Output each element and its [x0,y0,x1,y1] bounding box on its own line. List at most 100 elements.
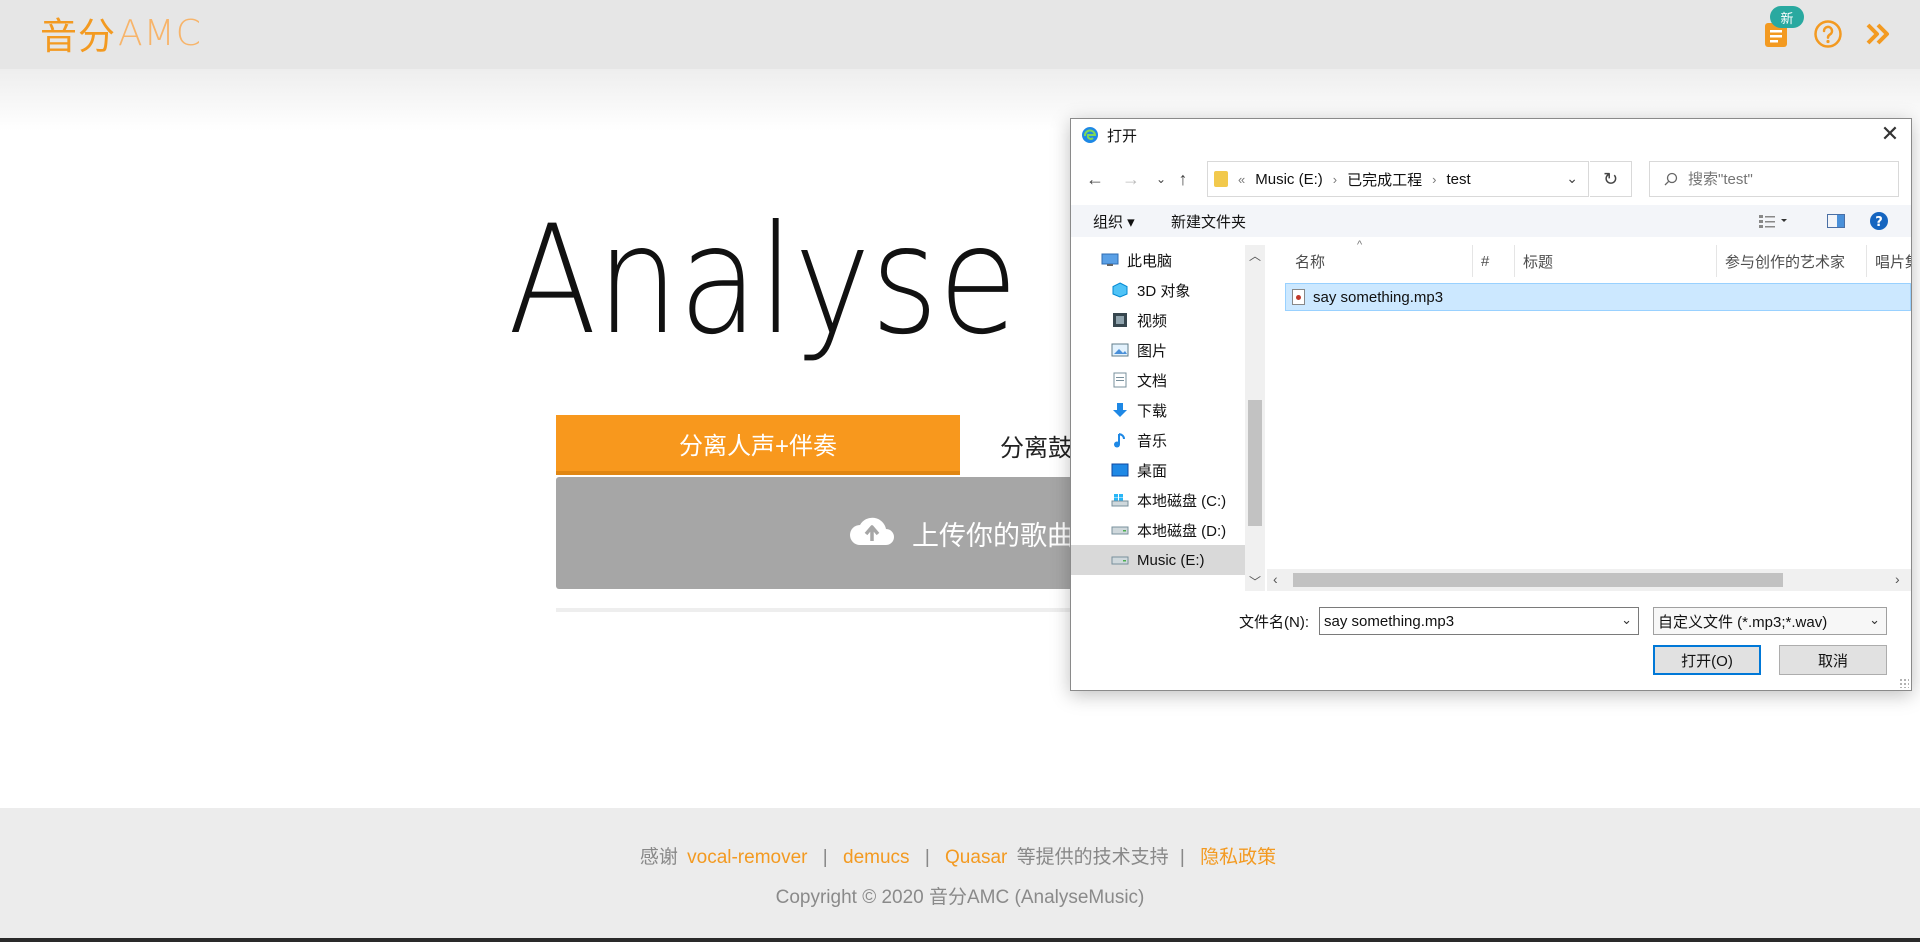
drive-icon [1111,552,1129,568]
filetype-value: 自定义文件 (*.mp3;*.wav) [1658,613,1828,631]
nav-item-label: 下载 [1137,402,1168,420]
nav-item-drive-e[interactable]: Music (E:) [1071,545,1245,575]
refresh-icon[interactable]: ↻ [1590,161,1632,197]
close-button[interactable]: ✕ [1877,123,1903,147]
nav-pane-scrollbar[interactable]: ︿ ﹀ [1245,245,1265,591]
file-name: say something.mp3 [1313,288,1444,306]
footer-credits: 感谢 vocal-remover | demucs | Quasar 等提供的技… [0,842,1920,869]
nav-item-label: 本地磁盘 (C:) [1137,492,1227,510]
news-badge: 新 [1770,6,1804,28]
column-name[interactable]: 名称 [1287,245,1473,277]
nav-item-drive-d[interactable]: 本地磁盘 (D:) [1111,515,1245,545]
upload-button[interactable]: 上传你的歌曲 [556,477,1076,589]
nav-item-documents[interactable]: 文档 [1111,365,1245,395]
column-artists[interactable]: 参与创作的艺术家 [1717,245,1867,277]
open-file-dialog: 打开 ✕ ← → ⌄ ↑ « Music (E:) › 已完成工程 › test… [1070,118,1912,691]
nav-item-label: 桌面 [1137,462,1168,480]
nav-item-this-pc[interactable]: 此电脑 [1101,245,1245,275]
forward-arrow-icon[interactable]: → [1119,167,1143,191]
tab-drums[interactable]: 分离鼓 [960,415,1076,475]
scrollbar-thumb[interactable] [1248,400,1262,526]
nav-item-label: 此电脑 [1127,252,1173,270]
search-box[interactable] [1649,161,1899,197]
column-album[interactable]: 唱片集 [1867,245,1911,277]
link-demucs[interactable]: demucs [843,847,910,868]
search-input[interactable] [1688,170,1878,188]
picture-icon [1111,342,1129,358]
scroll-down-icon[interactable]: ﹀ [1245,573,1265,590]
help-button[interactable] [1812,16,1844,52]
nav-item-downloads[interactable]: 下载 [1111,395,1245,425]
nav-item-videos[interactable]: 视频 [1111,305,1245,335]
link-quasar[interactable]: Quasar [945,847,1007,868]
video-icon [1111,312,1129,328]
preview-pane-icon[interactable] [1827,205,1845,237]
new-folder-button[interactable]: 新建文件夹 [1171,205,1246,237]
expand-button[interactable] [1862,16,1894,52]
breadcrumb-separator: › [1332,171,1338,187]
filetype-select[interactable]: 自定义文件 (*.mp3;*.wav) ⌄ [1653,607,1887,635]
filename-value[interactable]: say something.mp3 [1324,613,1454,630]
double-chevron-right-icon [1866,23,1889,45]
nav-item-label: 本地磁盘 (D:) [1137,522,1227,540]
document-icon [1111,372,1129,388]
nav-item-music[interactable]: 音乐 [1111,425,1245,455]
link-vocal-remover[interactable]: vocal-remover [687,847,807,868]
back-arrow-icon[interactable]: ← [1083,167,1107,191]
navigation-row: ← → ⌄ ↑ « Music (E:) › 已完成工程 › test ⌄ ↻ [1071,161,1911,197]
help-icon [1814,20,1842,48]
column-title[interactable]: 标题 [1515,245,1717,277]
scroll-up-icon[interactable]: ︿ [1245,247,1265,264]
analyse-wordmark: Analyse [508,214,1018,368]
cancel-button[interactable]: 取消 [1779,645,1887,675]
scrollbar-thumb[interactable] [1293,573,1783,587]
file-row[interactable]: say something.mp3 [1285,283,1911,311]
breadcrumb-music-e[interactable]: Music (E:) [1255,171,1323,188]
nav-item-drive-c[interactable]: 本地磁盘 (C:) [1111,485,1245,515]
address-bar[interactable]: « Music (E:) › 已完成工程 › test ⌄ [1207,161,1589,197]
nav-item-3d-objects[interactable]: 3D 对象 [1111,275,1245,305]
nav-item-label: 音乐 [1137,432,1168,450]
breadcrumb-overflow[interactable]: « [1238,172,1245,187]
chevron-down-icon[interactable]: ⌄ [1869,612,1880,628]
logo-en: AMC [118,12,202,54]
column-number[interactable]: # [1473,245,1515,277]
breadcrumb-test[interactable]: test [1446,171,1470,188]
address-dropdown-icon[interactable]: ⌄ [1566,170,1578,187]
search-icon [1664,172,1678,186]
separator: | [1179,847,1185,868]
desktop-icon [1111,462,1129,478]
recent-locations-chevron-icon[interactable]: ⌄ [1149,167,1173,191]
top-bar: 音分 AMC 新 [0,0,1920,69]
nav-item-label: 文档 [1137,372,1168,390]
drive-icon [1111,522,1129,538]
nav-item-pictures[interactable]: 图片 [1111,335,1245,365]
cube-icon [1111,282,1129,298]
file-list-h-scrollbar[interactable]: ‹ › [1267,569,1911,591]
dialog-title: 打开 [1107,127,1138,145]
resize-grip[interactable] [1899,678,1909,688]
nav-item-desktop[interactable]: 桌面 [1111,455,1245,485]
mode-tabs: 分离人声+伴奏 分离鼓 [556,415,1076,475]
footer: 感谢 vocal-remover | demucs | Quasar 等提供的技… [0,808,1920,938]
download-icon [1111,402,1129,418]
help-circle-icon[interactable]: ? [1869,205,1889,237]
tab-vocal-accompaniment[interactable]: 分离人声+伴奏 [556,415,960,475]
open-button[interactable]: 打开(O) [1653,645,1761,675]
nav-item-label: 图片 [1137,342,1168,360]
copyright: Copyright © 2020 音分AMC (AnalyseMusic) [775,887,1145,908]
filename-label: 文件名(N): [1239,614,1309,631]
up-arrow-icon[interactable]: ↑ [1171,167,1195,191]
scroll-right-icon[interactable]: › [1895,571,1900,587]
nav-item-label: Music (E:) [1137,551,1205,569]
view-options-icon[interactable] [1759,205,1789,237]
scroll-left-icon[interactable]: ‹ [1273,571,1278,587]
link-privacy[interactable]: 隐私政策 [1200,847,1276,868]
logo[interactable]: 音分 AMC [40,10,202,59]
breadcrumb-finished-projects[interactable]: 已完成工程 [1347,169,1422,190]
organize-button[interactable]: 组织 ▾ [1093,205,1135,237]
filename-combobox[interactable]: say something.mp3 ⌄ [1319,607,1639,635]
chevron-down-icon[interactable]: ⌄ [1621,612,1632,628]
svg-text:Analyse: Analyse [508,214,1018,368]
dialog-title-bar[interactable]: 打开 [1071,119,1911,151]
